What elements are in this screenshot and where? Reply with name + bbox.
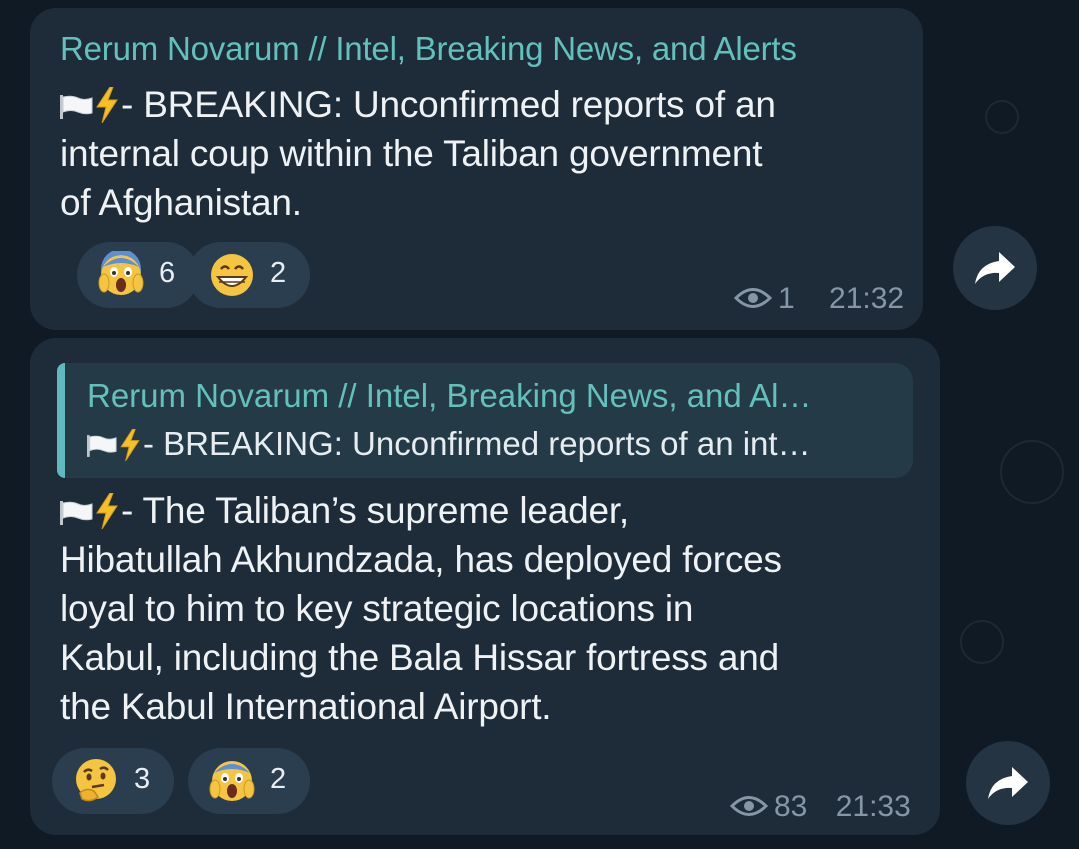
message-body: - BREAKING: Unconfirmed reports of an in…	[60, 84, 776, 223]
white-flag-icon	[60, 84, 95, 125]
message-text: - The Taliban’s supreme leader, Hibatull…	[60, 486, 920, 731]
reaction-button[interactable]: 3	[52, 748, 174, 814]
view-count: 83	[774, 790, 808, 823]
view-count: 1	[778, 282, 795, 315]
lightning-icon	[119, 425, 143, 462]
reply-accent-bar	[57, 363, 65, 478]
white-flag-icon	[60, 490, 95, 531]
reply-text: - BREAKING: Unconfirmed reports of an in…	[87, 425, 811, 463]
message-meta: 1 21:32	[734, 282, 904, 316]
channel-message[interactable]: Rerum Novarum // Intel, Breaking News, a…	[30, 338, 940, 835]
reaction-button[interactable]: 6	[77, 242, 199, 308]
reaction-count: 3	[134, 763, 151, 795]
background-doodle	[1000, 440, 1064, 504]
reply-body: - BREAKING: Unconfirmed reports of an in…	[143, 425, 811, 462]
background-doodle	[985, 100, 1019, 134]
message-text: - BREAKING: Unconfirmed reports of an in…	[60, 80, 910, 227]
forward-button[interactable]	[953, 226, 1037, 310]
message-time: 21:32	[829, 282, 905, 315]
message-time: 21:33	[835, 790, 911, 823]
reply-quote[interactable]: Rerum Novarum // Intel, Breaking News, a…	[57, 363, 913, 478]
message-meta: 83 21:33	[730, 790, 911, 824]
eye-icon	[734, 282, 778, 315]
reaction-count: 2	[270, 257, 287, 289]
background-doodle	[960, 620, 1004, 664]
lightning-icon	[95, 84, 121, 125]
white-flag-icon	[87, 425, 119, 462]
message-body: - The Taliban’s supreme leader, Hibatull…	[60, 490, 782, 727]
reaction-button[interactable]: 2	[188, 242, 310, 308]
reply-sender: Rerum Novarum // Intel, Breaking News, a…	[87, 377, 812, 414]
message-sender[interactable]: Rerum Novarum // Intel, Breaking News, a…	[60, 30, 797, 68]
reaction-button[interactable]: 2	[188, 748, 310, 814]
reaction-count: 6	[159, 257, 176, 289]
reaction-count: 2	[270, 763, 287, 795]
channel-message[interactable]: Rerum Novarum // Intel, Breaking News, a…	[30, 8, 923, 330]
eye-icon	[730, 790, 774, 823]
lightning-icon	[95, 490, 121, 531]
forward-button[interactable]	[966, 741, 1050, 825]
